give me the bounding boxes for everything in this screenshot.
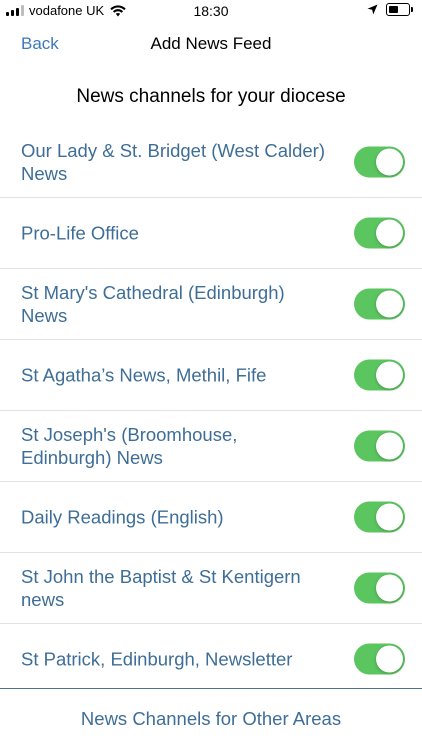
toggle-knob (376, 148, 403, 176)
toggle-knob (376, 361, 403, 389)
channel-toggle[interactable] (354, 217, 405, 249)
channel-name: St Joseph's (Broomhouse, Edinburgh) News (21, 424, 238, 468)
other-areas-link[interactable]: News Channels for Other Areas (0, 708, 422, 730)
channel-row[interactable]: St Agatha’s News, Methil, Fife (0, 340, 422, 411)
channel-toggle[interactable] (354, 572, 405, 604)
toggle-knob (376, 290, 403, 318)
toggle-knob (376, 503, 403, 531)
channel-row[interactable]: Our Lady & St. Bridget (West Calder) New… (0, 127, 422, 198)
channel-name: St Mary's Cathedral (Edinburgh) News (21, 282, 285, 326)
channel-name: Pro-Life Office (21, 222, 139, 244)
toggle-knob (376, 432, 403, 460)
toggle-knob (376, 219, 403, 247)
channel-row[interactable]: Pro-Life Office (0, 198, 422, 269)
section-header: News channels for your diocese (76, 86, 346, 107)
status-time: 18:30 (193, 3, 229, 19)
footer-divider (0, 688, 422, 689)
channel-name: St Patrick, Edinburgh, Newsletter (21, 648, 293, 670)
channel-name: St John the Baptist & St Kentigern news (21, 566, 301, 610)
channel-toggle[interactable] (354, 288, 405, 320)
channel-toggle[interactable] (354, 146, 405, 178)
status-bar: vodafone UK 18:30 (0, 0, 422, 22)
channel-name: St Agatha’s News, Methil, Fife (21, 364, 267, 386)
channel-row[interactable]: St John the Baptist & St Kentigern news (0, 553, 422, 624)
channel-name: Our Lady & St. Bridget (West Calder) New… (21, 140, 325, 184)
channel-toggle[interactable] (354, 643, 405, 675)
channel-toggle[interactable] (354, 430, 405, 462)
toggle-knob (376, 574, 403, 602)
channel-row[interactable]: St Patrick, Edinburgh, Newsletter (0, 624, 422, 694)
channel-row[interactable]: St Mary's Cathedral (Edinburgh) News (0, 269, 422, 340)
channel-list: Our Lady & St. Bridget (West Calder) New… (0, 127, 422, 694)
channel-toggle[interactable] (354, 359, 405, 391)
page-title: Add News Feed (150, 34, 272, 53)
channel-row[interactable]: St Joseph's (Broomhouse, Edinburgh) News (0, 411, 422, 482)
status-right (367, 3, 413, 16)
battery-icon (386, 3, 413, 16)
location-arrow-icon (367, 4, 378, 15)
channel-row[interactable]: Daily Readings (English) (0, 482, 422, 553)
nav-bar: Back Add News Feed (0, 22, 422, 66)
toggle-knob (376, 645, 403, 673)
channel-toggle[interactable] (354, 501, 405, 533)
channel-name: Daily Readings (English) (21, 506, 224, 528)
